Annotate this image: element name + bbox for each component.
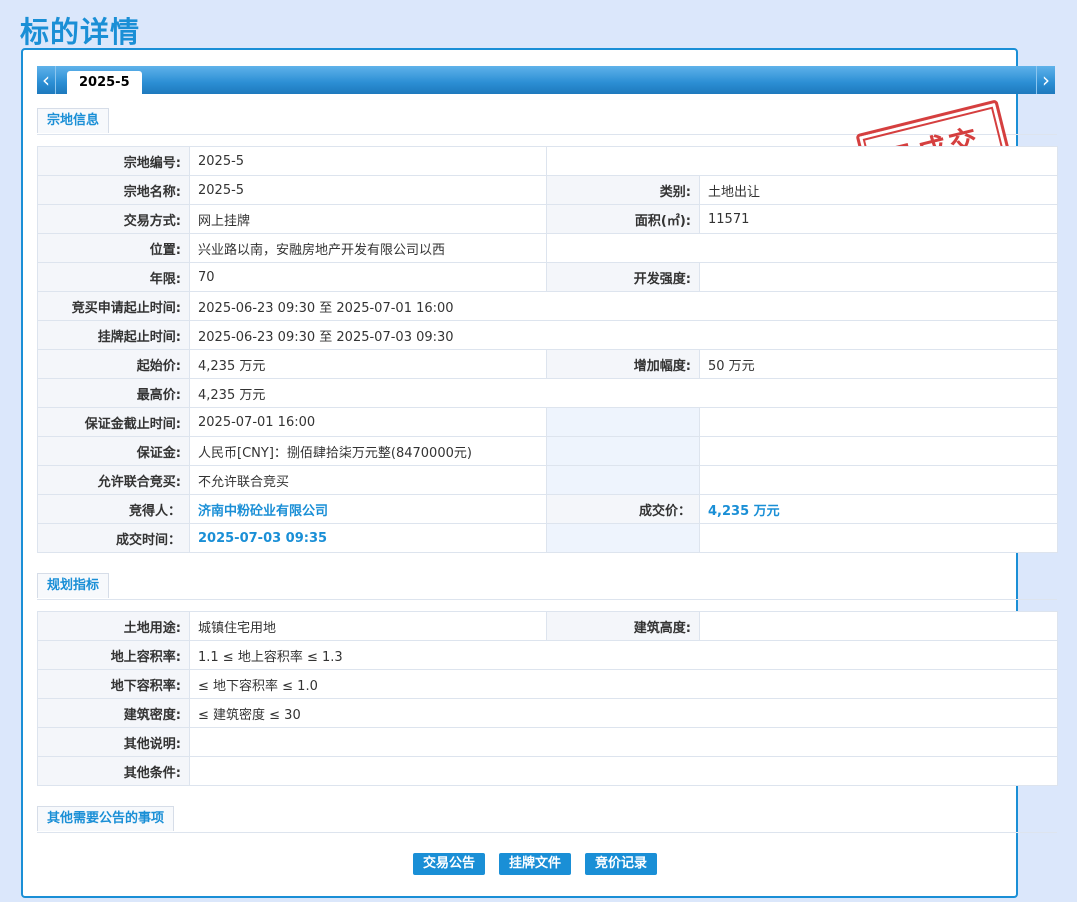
table-row: 最高价: 4,235 万元: [37, 378, 1058, 408]
start-price-value: 4,235 万元: [189, 349, 547, 379]
bid-records-button[interactable]: 竞价记录: [585, 853, 658, 875]
winner-value: 济南中粉砼业有限公司: [189, 494, 547, 524]
table-row: 保证金: 人民币[CNY]：捌佰肆拾柒万元整(8470000元): [37, 436, 1058, 466]
deal-time-value: 2025-07-03 09:35: [189, 523, 547, 553]
table-row: 竞得人： 济南中粉砼业有限公司 成交价： 4,235 万元: [37, 494, 1058, 524]
table-row: 保证金截止时间: 2025-07-01 16:00: [37, 407, 1058, 437]
other-conditions-label: 其他条件:: [37, 756, 190, 786]
other-conditions-value: [189, 756, 1058, 786]
other-notes-label: 其他说明:: [37, 727, 190, 757]
table-row: 其他条件:: [37, 756, 1058, 786]
empty-cell: [546, 436, 700, 466]
intensity-value: [699, 262, 1058, 292]
trade-mode-label: 交易方式:: [37, 204, 190, 234]
empty-cell: [699, 465, 1058, 495]
page-title: 标的详情: [20, 15, 141, 49]
term-value: 70: [189, 262, 547, 292]
detail-panel: ‹ 2025-5 › 宗地信息 已成交 宗地编号: 2025-5 宗地名称: 2…: [21, 48, 1058, 898]
deal-price-value: 4,235 万元: [699, 494, 1058, 524]
winner-label: 竞得人：: [37, 494, 190, 524]
table-row: 成交时间： 2025-07-03 09:35: [37, 523, 1058, 553]
category-value: 土地出让: [699, 175, 1058, 205]
highest-price-value: 4,235 万元: [189, 378, 1058, 408]
land-use-value: 城镇住宅用地: [189, 611, 547, 641]
table-row: 地下容积率: ≤ 地下容积率 ≤ 1.0: [37, 669, 1058, 699]
density-label: 建筑密度:: [37, 698, 190, 728]
section-parcel-title[interactable]: 宗地信息: [37, 108, 110, 133]
other-notes-value: [189, 727, 1058, 757]
tab-2025-5[interactable]: 2025-5: [67, 71, 142, 94]
intensity-label: 开发强度:: [546, 262, 700, 292]
deal-time-label: 成交时间：: [37, 523, 190, 553]
empty-cell: [546, 407, 700, 437]
table-row: 起始价: 4,235 万元 增加幅度: 50 万元: [37, 349, 1058, 379]
action-buttons: 交易公告 挂牌文件 竞价记录: [413, 853, 658, 875]
highest-price-label: 最高价:: [37, 378, 190, 408]
section-other-header: 其他需要公告的事项: [37, 806, 1057, 833]
category-label: 类别:: [546, 175, 700, 205]
empty-cell: [546, 523, 700, 553]
far-above-label: 地上容积率:: [37, 640, 190, 670]
apply-period-label: 竞买申请起止时间:: [37, 291, 190, 321]
section-other-title[interactable]: 其他需要公告的事项: [37, 806, 175, 831]
empty-cell: [699, 407, 1058, 437]
trade-mode-value: 网上挂牌: [189, 204, 547, 234]
building-height-label: 建筑高度:: [546, 611, 700, 641]
table-row: 年限: 70 开发强度:: [37, 262, 1058, 292]
far-below-label: 地下容积率:: [37, 669, 190, 699]
table-row: 位置: 兴业路以南，安融房地产开发有限公司以西: [37, 233, 1058, 263]
table-row: 建筑密度: ≤ 建筑密度 ≤ 30: [37, 698, 1058, 728]
empty-cell: [546, 146, 1058, 176]
joint-bid-label: 允许联合竞买:: [37, 465, 190, 495]
next-tab-arrow-icon[interactable]: ›: [1036, 66, 1055, 94]
section-planning-title[interactable]: 规划指标: [37, 573, 110, 598]
empty-cell: [546, 465, 700, 495]
start-price-label: 起始价:: [37, 349, 190, 379]
deposit-deadline-value: 2025-07-01 16:00: [189, 407, 547, 437]
table-row: 其他说明:: [37, 727, 1058, 757]
increment-value: 50 万元: [699, 349, 1058, 379]
table-row: 宗地名称: 2025-5 类别: 土地出让: [37, 175, 1058, 205]
empty-cell: [699, 523, 1058, 553]
empty-cell: [699, 436, 1058, 466]
deposit-deadline-label: 保证金截止时间:: [37, 407, 190, 437]
parcel-name-label: 宗地名称:: [37, 175, 190, 205]
table-row: 竞买申请起止时间: 2025-06-23 09:30 至 2025-07-01 …: [37, 291, 1058, 321]
increment-label: 增加幅度:: [546, 349, 700, 379]
deposit-value: 人民币[CNY]：捌佰肆拾柒万元整(8470000元): [189, 436, 547, 466]
area-value: 11571: [699, 204, 1058, 234]
building-height-value: [699, 611, 1058, 641]
far-above-value: 1.1 ≤ 地上容积率 ≤ 1.3: [189, 640, 1058, 670]
parcel-name-value: 2025-5: [189, 175, 547, 205]
term-label: 年限:: [37, 262, 190, 292]
area-label: 面积(㎡):: [546, 204, 700, 234]
tab-bar: ‹ 2025-5 ›: [37, 66, 1055, 94]
planning-info-table: 土地用途: 城镇住宅用地 建筑高度: 地上容积率: 1.1 ≤ 地上容积率 ≤ …: [37, 611, 1058, 786]
parcel-number-label: 宗地编号:: [37, 146, 190, 176]
parcel-number-value: 2025-5: [189, 146, 547, 176]
listing-period-label: 挂牌起止时间:: [37, 320, 190, 350]
table-row: 宗地编号: 2025-5: [37, 146, 1058, 176]
section-planning-header: 规划指标: [37, 573, 1057, 600]
table-row: 挂牌起止时间: 2025-06-23 09:30 至 2025-07-03 09…: [37, 320, 1058, 350]
announcement-button[interactable]: 交易公告: [413, 853, 486, 875]
land-use-label: 土地用途:: [37, 611, 190, 641]
listing-period-value: 2025-06-23 09:30 至 2025-07-03 09:30: [189, 320, 1058, 350]
far-below-value: ≤ 地下容积率 ≤ 1.0: [189, 669, 1058, 699]
joint-bid-value: 不允许联合竞买: [189, 465, 547, 495]
location-value: 兴业路以南，安融房地产开发有限公司以西: [189, 233, 547, 263]
table-row: 允许联合竞买: 不允许联合竞买: [37, 465, 1058, 495]
listing-docs-button[interactable]: 挂牌文件: [499, 853, 572, 875]
apply-period-value: 2025-06-23 09:30 至 2025-07-01 16:00: [189, 291, 1058, 321]
table-row: 土地用途: 城镇住宅用地 建筑高度:: [37, 611, 1058, 641]
table-row: 地上容积率: 1.1 ≤ 地上容积率 ≤ 1.3: [37, 640, 1058, 670]
density-value: ≤ 建筑密度 ≤ 30: [189, 698, 1058, 728]
parcel-info-table: 宗地编号: 2025-5 宗地名称: 2025-5 类别: 土地出让 交易方式:…: [37, 146, 1058, 553]
prev-tab-arrow-icon[interactable]: ‹: [37, 66, 56, 94]
deal-price-label: 成交价：: [546, 494, 700, 524]
table-row: 交易方式: 网上挂牌 面积(㎡): 11571: [37, 204, 1058, 234]
location-label: 位置:: [37, 233, 190, 263]
empty-cell: [546, 233, 1058, 263]
deposit-label: 保证金:: [37, 436, 190, 466]
